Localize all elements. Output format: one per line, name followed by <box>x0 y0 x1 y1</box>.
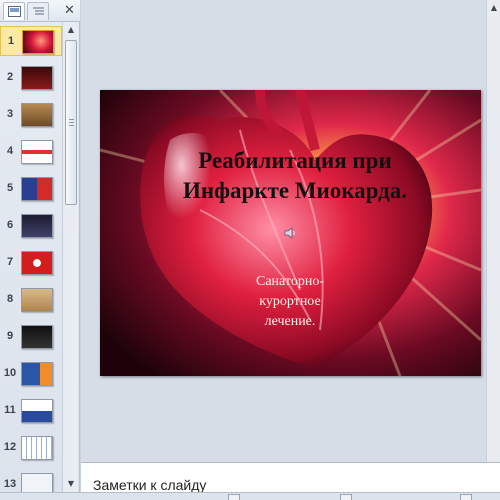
slide-thumbnail-image <box>21 473 53 492</box>
slides-tab-icon <box>8 6 21 17</box>
slide-thumbnail-image <box>21 288 53 312</box>
slide-number: 2 <box>6 71 14 83</box>
slide-number: 4 <box>6 145 14 157</box>
slide-subtitle-line2: курортное <box>259 294 321 309</box>
scroll-down-icon[interactable]: ▼ <box>65 478 77 490</box>
slide-thumbnail-9[interactable]: 9 <box>0 322 62 352</box>
slide-number: 11 <box>4 404 16 416</box>
slide-thumbnail-image <box>21 103 53 127</box>
notes-pane[interactable]: Заметки к слайду <box>81 462 500 493</box>
slide-thumbnail-6[interactable]: 6 <box>0 211 62 241</box>
slide-sorter-icon[interactable] <box>340 494 352 500</box>
normal-view-icon[interactable] <box>228 494 240 500</box>
current-slide[interactable]: Реабилитация при Инфаркте Миокарда. Сана… <box>100 90 481 376</box>
editor-scroll-up-icon[interactable]: ▲ <box>488 2 500 14</box>
slide-thumbnail-image <box>21 325 53 349</box>
slide-number: 1 <box>7 35 15 47</box>
slide-subtitle-line1: Санаторно- <box>256 274 324 289</box>
slide-thumbnail-image <box>21 214 53 238</box>
slide-thumbnail-12[interactable]: 12 <box>0 433 62 463</box>
slide-thumbnail-image <box>21 177 53 201</box>
slide-number: 3 <box>6 108 14 120</box>
slide-title-line1: Реабилитация при <box>198 148 392 173</box>
slide-thumbnail-10[interactable]: 10 <box>0 359 62 389</box>
notes-placeholder: Заметки к слайду <box>93 477 207 493</box>
slide-thumbnail-1[interactable]: 1 <box>0 26 62 56</box>
slide-thumbnail-image <box>21 140 53 164</box>
speaker-icon[interactable] <box>283 226 297 240</box>
outline-tab-icon <box>33 7 44 15</box>
slide-thumbnail-image <box>21 362 53 386</box>
editor-scrollbar[interactable]: ▲ <box>486 0 500 462</box>
slide-number: 5 <box>6 182 14 194</box>
status-bar <box>0 492 500 500</box>
slide-thumbnail-8[interactable]: 8 <box>0 285 62 315</box>
slide-number: 10 <box>3 367 17 379</box>
slide-thumbnail-4[interactable]: 4 <box>0 137 62 167</box>
slide-subtitle-line3: лечение. <box>264 314 316 329</box>
slide-number: 13 <box>3 478 17 490</box>
close-icon[interactable]: ✕ <box>62 3 77 18</box>
panel-tab-bar: ✕ <box>0 0 80 22</box>
zoom-icon[interactable] <box>460 494 472 500</box>
scroll-up-icon[interactable]: ▲ <box>65 24 77 36</box>
slide-title-line2: Инфаркте Миокарда. <box>182 178 408 203</box>
slides-tab[interactable] <box>3 2 25 20</box>
slide-subtitle[interactable]: Санаторно- курортное лечение. <box>230 272 350 332</box>
slide-thumbnail-5[interactable]: 5 <box>0 174 62 204</box>
slide-thumbnail-image <box>21 251 53 275</box>
slide-number: 6 <box>6 219 14 231</box>
thumbnail-list: 1 2 3 4 5 6 7 8 9 10 11 12 13 <box>0 26 62 492</box>
slide-number: 9 <box>6 330 14 342</box>
slide-thumbnail-13[interactable]: 13 <box>0 470 62 492</box>
panel-scrollbar-thumb[interactable] <box>65 40 77 205</box>
slide-number: 12 <box>3 441 17 453</box>
slide-editor: Реабилитация при Инфаркте Миокарда. Сана… <box>81 0 500 462</box>
slide-thumbnail-2[interactable]: 2 <box>0 63 62 93</box>
slide-thumbnail-image <box>21 436 53 460</box>
slide-number: 7 <box>6 256 14 268</box>
slides-panel: ✕ 1 2 3 4 5 6 7 8 9 10 11 12 13 ▲ ▼ <box>0 0 80 492</box>
slide-thumbnail-3[interactable]: 3 <box>0 100 62 130</box>
slide-title[interactable]: Реабилитация при Инфаркте Миокарда. <box>130 146 460 206</box>
slide-number: 8 <box>6 293 14 305</box>
slide-thumbnail-7[interactable]: 7 <box>0 248 62 278</box>
slide-thumbnail-image <box>21 66 53 90</box>
slide-thumbnail-image <box>22 30 54 54</box>
slide-thumbnail-image <box>21 399 53 423</box>
slide-thumbnail-11[interactable]: 11 <box>0 396 62 426</box>
outline-tab[interactable] <box>27 2 49 20</box>
panel-scrollbar[interactable]: ▲ ▼ <box>62 22 78 492</box>
